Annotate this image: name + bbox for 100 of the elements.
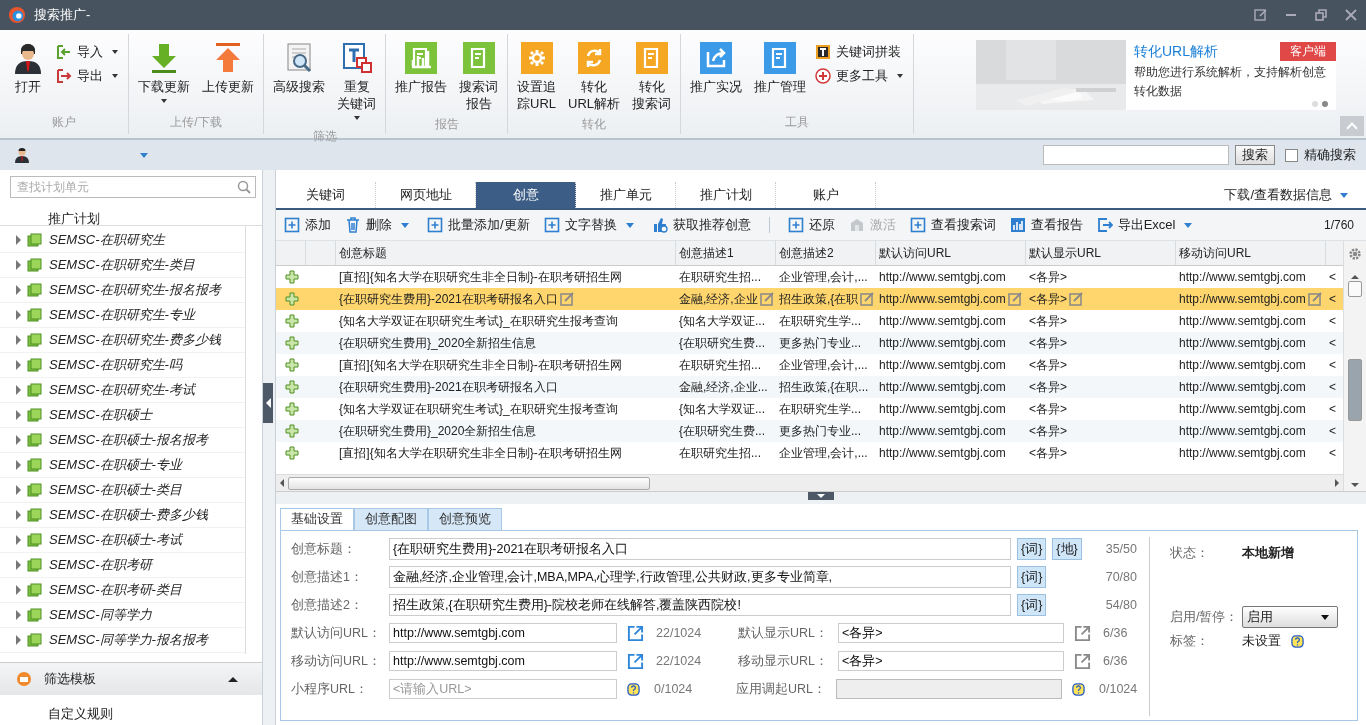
table-row[interactable]: {在职研究生费用}-2021在职考研报名入口 金融,经济,企业 招生政策,{在职 http://www.semtgbj.com <各异> http://www.semtgbj.com <	[276, 288, 1343, 310]
expand-icon[interactable]	[16, 235, 21, 245]
promo-title[interactable]: 转化URL解析	[1134, 42, 1218, 61]
tab[interactable]: 基础设置	[280, 508, 354, 530]
toolbar-button[interactable]: 还原	[787, 216, 835, 234]
edit-icon[interactable]	[1307, 292, 1322, 306]
expand-icon[interactable]	[16, 410, 21, 420]
ribbon-button[interactable]: 转化 URL解析	[563, 40, 626, 114]
open-link-icon[interactable]	[1074, 624, 1091, 642]
ribbon-button[interactable]: 推广报告	[390, 40, 452, 114]
help-icon[interactable]	[627, 682, 640, 696]
expand-icon[interactable]	[16, 435, 21, 445]
column-header[interactable]: 创意描述1	[679, 244, 734, 262]
edit-icon[interactable]	[1007, 292, 1022, 306]
expand-icon[interactable]	[16, 335, 21, 345]
ribbon-button[interactable]: 上传更新	[197, 40, 259, 112]
close-icon[interactable]	[1344, 8, 1358, 22]
open-link-icon[interactable]	[627, 624, 644, 642]
toolbar-button[interactable]: 获取推荐创意	[651, 216, 751, 234]
campaign-item[interactable]: SEMSC-在职研究生-费多少钱	[49, 331, 221, 349]
search-button[interactable]: 搜索	[1235, 145, 1275, 165]
edit-icon[interactable]	[860, 292, 875, 306]
campaign-item[interactable]: SEMSC-在职研究生-类目	[49, 256, 195, 274]
tab[interactable]: 创意预览	[428, 508, 502, 530]
expand-icon[interactable]	[16, 310, 21, 320]
expand-icon[interactable]	[16, 585, 21, 595]
horizontal-scrollbar[interactable]	[276, 474, 1343, 491]
expand-icon[interactable]	[16, 260, 21, 270]
data-menu-button[interactable]: 下载/查看数据信息	[1218, 182, 1358, 208]
toolbar-button[interactable]: 文字替换	[543, 216, 638, 234]
add-icon[interactable]	[285, 380, 299, 394]
campaign-item[interactable]: SEMSC-在职研究生	[49, 231, 165, 249]
campaign-item[interactable]: SEMSC-在职考研-类目	[49, 581, 182, 599]
campaign-item[interactable]: SEMSC-同等学力	[49, 606, 152, 624]
expand-icon[interactable]	[16, 560, 21, 570]
edit-icon[interactable]	[1254, 8, 1268, 22]
expand-icon[interactable]	[16, 635, 21, 645]
ribbon-button[interactable]: 更多工具	[813, 66, 910, 86]
campaign-item[interactable]: SEMSC-在职考研	[49, 556, 152, 574]
ribbon-button[interactable]: 推广实况	[685, 40, 748, 112]
tab[interactable]: 推广计划	[676, 182, 776, 208]
input-field[interactable]: <各异>	[838, 623, 1064, 643]
expand-icon[interactable]	[16, 485, 21, 495]
ribbon-button[interactable]: 转化 搜索词	[627, 40, 677, 114]
expand-icon[interactable]	[16, 285, 21, 295]
ribbon-button[interactable]: 下载更新	[133, 40, 195, 112]
toolbar-button[interactable]: 查看搜索词	[909, 216, 996, 234]
tab[interactable]: 账户	[776, 182, 876, 208]
ribbon-button[interactable]: 重复 关键词	[332, 40, 381, 126]
campaign-item[interactable]: SEMSC-在职研究生-吗	[49, 356, 182, 374]
expand-icon[interactable]	[16, 360, 21, 370]
add-icon[interactable]	[285, 402, 299, 416]
campaign-item[interactable]: SEMSC-在职硕士-费多少钱	[49, 506, 208, 524]
campaign-item[interactable]: SEMSC-在职研究生-考试	[49, 381, 195, 399]
filter-panel-header[interactable]: 筛选模板	[0, 662, 262, 695]
ribbon-button[interactable]: 设置追 踪URL	[512, 40, 561, 114]
insert-token-button[interactable]: {地}	[1052, 538, 1082, 560]
ribbon-button[interactable]: 导入	[54, 42, 124, 62]
tab[interactable]: 创意配图	[354, 508, 428, 530]
input-field[interactable]: <请输入URL>	[389, 679, 617, 699]
tab[interactable]: 关键词	[276, 182, 376, 208]
column-header[interactable]: 创意标题	[339, 244, 387, 262]
edit-icon[interactable]	[1069, 292, 1083, 306]
ribbon-button[interactable]: 打开	[4, 40, 52, 112]
table-row[interactable]: {在职研究生费用}-2021在职考研报名入口 金融,经济,企业... 招生政策,{在职... http://www.semtgbj.com <各异> http://www.semtgbj.com <	[276, 376, 1343, 398]
input-field[interactable]: http://www.semtgbj.com	[389, 623, 617, 643]
toolbar-button[interactable]: 查看报告	[1009, 216, 1083, 234]
caret-icon[interactable]	[140, 152, 148, 158]
column-header[interactable]: 默认访问URL	[879, 244, 951, 262]
table-row[interactable]: {在职研究生费用}_2020全新招生信息 {在职研究生费... 更多热门专业... http://www.semtgbj.com <各异> http://www.semtgbj.com <	[276, 332, 1343, 354]
input-field[interactable]: 金融,经济,企业管理,会计,MBA,MPA,心理学,行政管理,公共财政,更多专业简章,	[389, 566, 1011, 588]
column-header[interactable]: 默认显示URL	[1029, 244, 1101, 262]
campaign-item[interactable]: SEMSC-同等学力-报名报考	[49, 631, 208, 649]
custom-rule-item[interactable]: 自定义规则	[0, 695, 262, 725]
campaign-item[interactable]: SEMSC-在职硕士	[49, 406, 152, 424]
edit-icon[interactable]	[559, 292, 574, 306]
carousel-dot[interactable]	[1312, 101, 1318, 107]
add-icon[interactable]	[285, 424, 299, 438]
expand-icon[interactable]	[16, 460, 21, 470]
add-icon[interactable]	[285, 446, 299, 460]
campaign-item[interactable]: SEMSC-在职研究生-报名报考	[49, 281, 221, 299]
campaign-item[interactable]: SEMSC-在职硕士-专业	[49, 456, 182, 474]
table-row[interactable]: {在职研究生费用}_2020全新招生信息 {在职研究生费... 更多热门专业... http://www.semtgbj.com <各异> http://www.semtgbj.com <	[276, 420, 1343, 442]
ribbon-button[interactable]: 高级搜索	[268, 40, 330, 126]
column-header[interactable]: 创意描述2	[779, 244, 834, 262]
expand-icon[interactable]	[16, 535, 21, 545]
open-link-icon[interactable]	[627, 652, 644, 670]
expand-icon[interactable]	[16, 385, 21, 395]
campaign-item[interactable]: SEMSC-在职硕士-类目	[49, 481, 182, 499]
column-header[interactable]: 移动访问URL	[1179, 244, 1251, 262]
input-field[interactable]: <各异>	[838, 651, 1064, 671]
ribbon-button[interactable]: 推广管理	[749, 40, 812, 112]
checkbox[interactable]	[1285, 148, 1298, 162]
ribbon-button[interactable]: 搜索词 报告	[454, 40, 503, 114]
campaign-item[interactable]: SEMSC-在职硕士-报名报考	[49, 431, 208, 449]
expand-icon[interactable]	[16, 610, 21, 620]
insert-token-button[interactable]: {词}	[1017, 538, 1047, 560]
toolbar-button[interactable]: 删除	[345, 216, 413, 234]
insert-token-button[interactable]: {词}	[1017, 594, 1047, 616]
open-link-icon[interactable]	[1074, 652, 1091, 670]
